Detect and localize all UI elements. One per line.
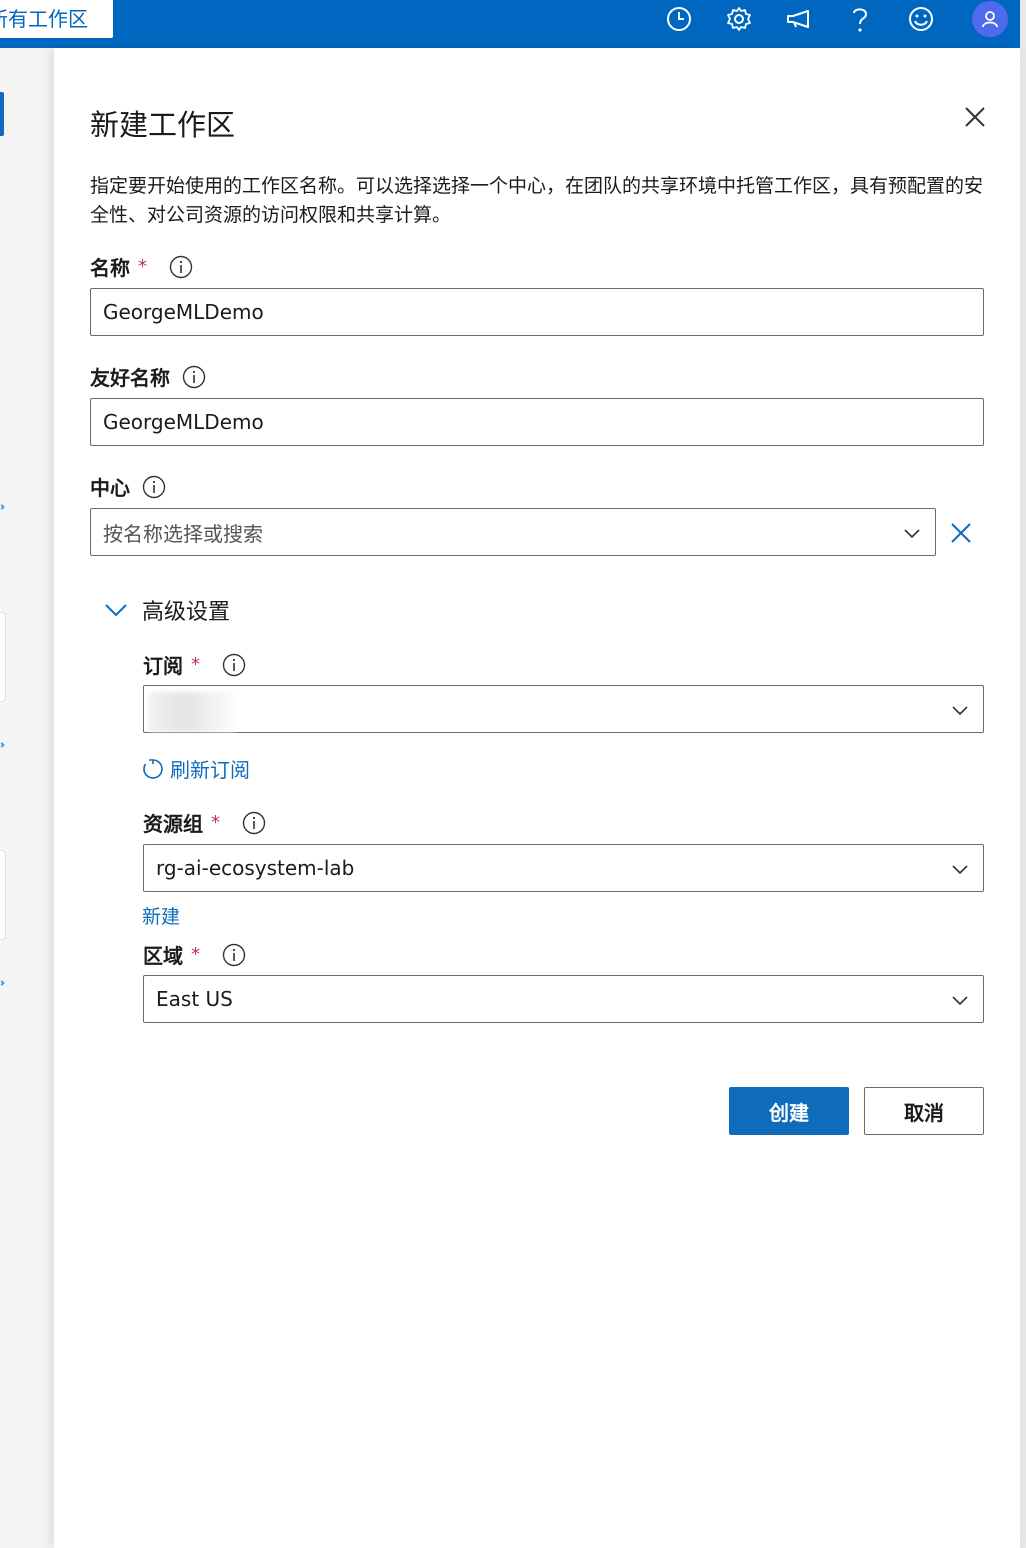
advanced-settings-toggle[interactable]: 高级设置 <box>104 594 230 626</box>
info-icon[interactable] <box>142 475 166 499</box>
friendly-name-label-text: 友好名称 <box>90 366 170 390</box>
refresh-icon <box>143 758 163 779</box>
resource-group-dropdown[interactable]: rg-ai-ecosystem-lab <box>143 844 984 892</box>
region-value: East US <box>156 987 233 1011</box>
clock-icon[interactable] <box>662 2 696 36</box>
scroll-gutter <box>1020 0 1026 1548</box>
panel-title: 新建工作区 <box>90 108 236 142</box>
help-icon[interactable] <box>843 2 877 36</box>
chevron-down-icon <box>952 996 968 1006</box>
required-mark: * <box>191 654 200 675</box>
create-button[interactable]: 创建 <box>729 1087 849 1135</box>
background-card <box>0 612 6 702</box>
left-navigation-background <box>0 48 54 1548</box>
name-label-text: 名称 <box>90 256 130 280</box>
avatar-icon[interactable] <box>972 1 1008 37</box>
chevron-down-icon <box>952 706 968 716</box>
megaphone-icon[interactable] <box>782 2 816 36</box>
new-resource-group-link[interactable]: 新建 <box>142 902 180 929</box>
topbar-icon-group <box>0 0 1020 38</box>
region-label-text: 区域 <box>143 944 183 968</box>
region-label: 区域 * <box>143 940 246 969</box>
name-input-value: GeorgeMLDemo <box>103 300 264 324</box>
nav-selected-indicator <box>0 92 4 136</box>
new-workspace-panel: 新建工作区 指定要开始使用的工作区名称。可以选择选择一个中心，在团队的共享环境中… <box>54 48 1020 1548</box>
name-input[interactable]: GeorgeMLDemo <box>90 288 984 336</box>
required-mark: * <box>191 944 200 965</box>
redacted-subscription <box>148 692 238 732</box>
hub-placeholder: 按名称选择或搜索 <box>103 521 263 546</box>
new-resource-group-text: 新建 <box>142 906 181 928</box>
smiley-icon[interactable] <box>904 2 938 36</box>
background-card <box>0 850 6 940</box>
resource-group-value: rg-ai-ecosystem-lab <box>156 856 355 880</box>
cancel-button[interactable]: 取消 <box>864 1087 984 1135</box>
clear-hub-icon[interactable] <box>950 522 972 544</box>
advanced-settings-label: 高级设置 <box>142 600 231 625</box>
region-dropdown[interactable]: East US <box>143 975 984 1023</box>
panel-description: 指定要开始使用的工作区名称。可以选择选择一个中心，在团队的共享环境中托管工作区，… <box>90 175 984 226</box>
subscription-dropdown[interactable] <box>143 685 984 733</box>
name-label: 名称 * <box>90 252 193 281</box>
hub-label-text: 中心 <box>90 476 130 500</box>
chevron-down-icon <box>904 529 920 539</box>
gear-icon[interactable] <box>722 2 756 36</box>
subscription-label: 订阅 * <box>143 650 246 679</box>
friendly-name-input[interactable]: GeorgeMLDemo <box>90 398 984 446</box>
subscription-label-text: 订阅 <box>143 654 183 678</box>
friendly-name-input-value: GeorgeMLDemo <box>103 410 264 434</box>
refresh-subscription-link[interactable]: 刷新订阅 <box>142 754 250 783</box>
friendly-name-label: 友好名称 <box>90 362 206 391</box>
hub-dropdown[interactable]: 按名称选择或搜索 <box>90 508 936 556</box>
info-icon[interactable] <box>222 943 246 967</box>
hub-label: 中心 <box>90 472 166 501</box>
chevron-down-icon <box>952 865 968 875</box>
resource-group-label-text: 资源组 <box>143 812 203 836</box>
close-icon[interactable] <box>962 104 988 130</box>
info-icon[interactable] <box>182 365 206 389</box>
info-icon[interactable] <box>242 811 266 835</box>
info-icon[interactable] <box>169 255 193 279</box>
info-icon[interactable] <box>222 653 246 677</box>
refresh-subscription-text: 刷新订阅 <box>170 758 250 782</box>
resource-group-label: 资源组 * <box>143 808 266 837</box>
top-bar: 所有工作区 <box>0 0 1020 48</box>
chevron-down-icon <box>105 604 127 617</box>
required-mark: * <box>138 256 147 277</box>
required-mark: * <box>211 812 220 833</box>
